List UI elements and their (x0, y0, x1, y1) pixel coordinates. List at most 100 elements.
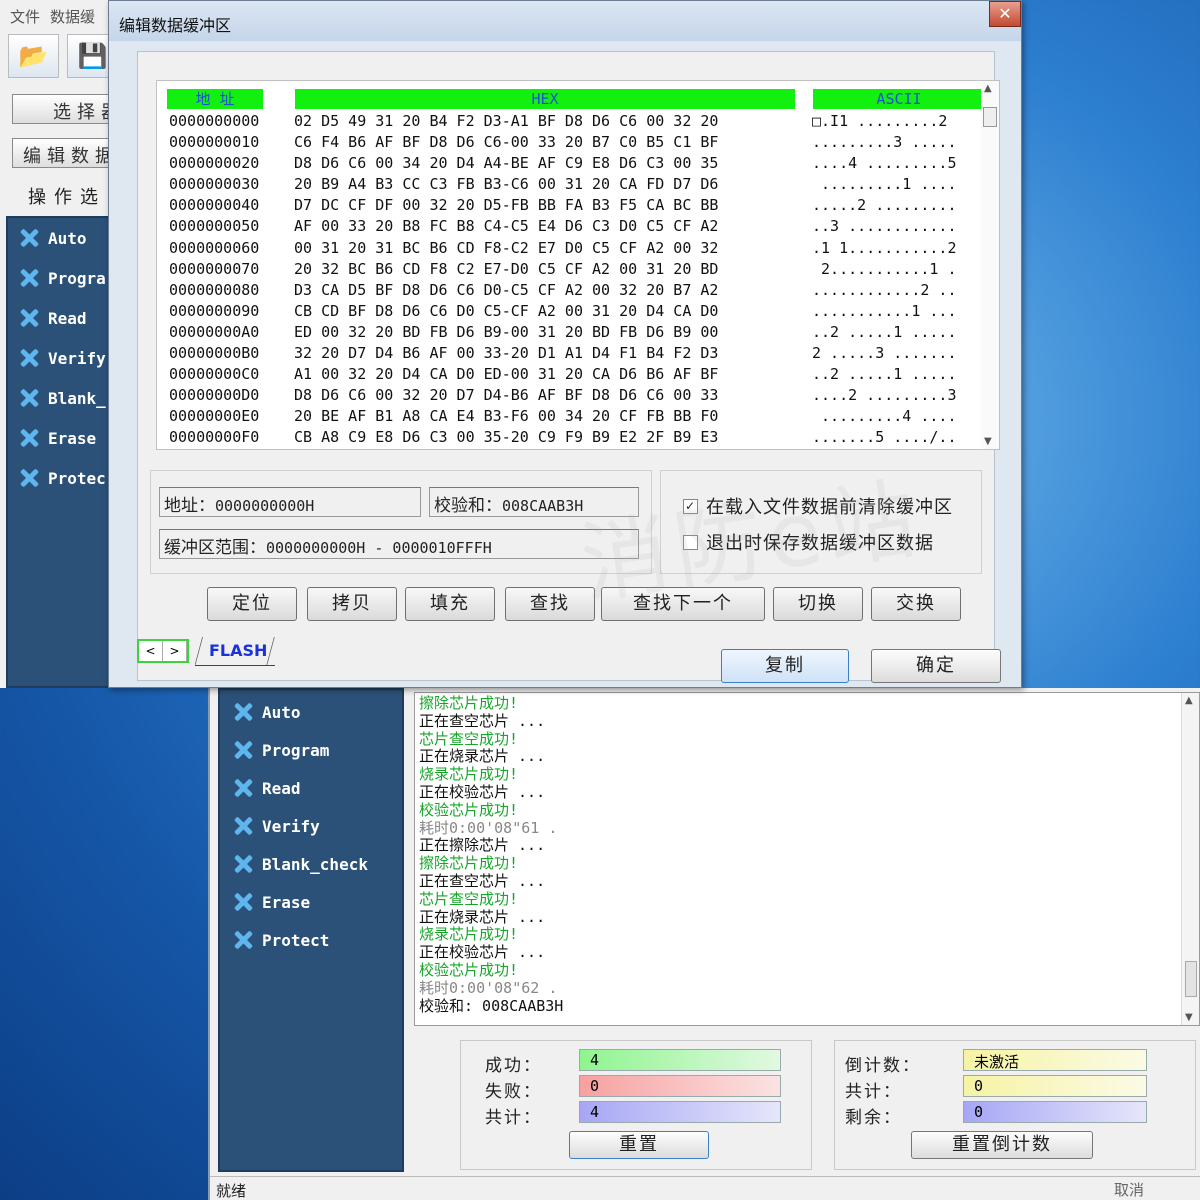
operation-log[interactable]: 擦除芯片成功! 正在查空芯片 ... 芯片查空成功! 正在烧录芯片 ... 烧录芯片成功… (414, 692, 1200, 1026)
log-line: 擦除芯片成功! (419, 694, 519, 712)
hex-scroll-thumb[interactable] (983, 107, 997, 127)
hex-row[interactable]: 0000000090 CB CD BF D8 D6 C6 D0 C5-CF A2 … (169, 301, 992, 322)
remain-value: 0 (963, 1101, 1147, 1123)
hex-row-address: 00000000D0 (169, 386, 260, 405)
scroll-down-arrow-icon[interactable]: ▼ (1185, 1012, 1193, 1023)
hex-row-ascii: .......5 ..../.. (812, 428, 957, 447)
hex-row-ascii: ............2 .. (812, 280, 957, 299)
hex-row[interactable]: 0000000010 C6 F4 B6 AF BF D8 D6 C6-00 33 … (169, 132, 992, 153)
operation-x-icon (232, 815, 254, 837)
hex-rows: 0000000000 02 D5 49 31 20 B4 F2 D3-A1 BF … (169, 111, 992, 449)
tab-strip: < > FLASH (137, 637, 537, 667)
hex-row-ascii: .........4 .... (812, 407, 957, 426)
log-scroll-thumb[interactable] (1185, 961, 1197, 997)
nav-protect[interactable]: Protect (220, 921, 402, 959)
back-nav-protect[interactable]: Protec (8, 458, 108, 498)
hex-row-ascii: .....2 ......... (812, 196, 957, 215)
menu-file[interactable]: 文件 (10, 6, 40, 30)
reset-countdown-button[interactable]: 重置倒计数 (911, 1131, 1093, 1159)
nav-auto[interactable]: Auto (220, 693, 402, 731)
nav-blank-check[interactable]: Blank_check (220, 845, 402, 883)
back-nav-blank-check[interactable]: Blank_ (8, 378, 108, 418)
tab-navigation: < > (137, 639, 189, 663)
log-line: 正在校验芯片 ... (419, 782, 546, 801)
log-line: 校验和: 008CAAB3H (419, 996, 564, 1015)
hex-row-ascii: ..3 ............ (812, 217, 957, 236)
hex-row[interactable]: 0000000030 20 B9 A4 B3 CC C3 FB B3-C6 00 … (169, 174, 992, 195)
hex-view[interactable]: 地 址 HEX ASCII 0000000000 02 D5 49 31 20 B… (156, 80, 1000, 450)
back-operation-list: Auto Progra Read Verify Blank_ Erase Pro… (6, 216, 110, 688)
address-field[interactable]: 地址：0000000000H (159, 487, 421, 517)
operation-x-icon (18, 227, 40, 249)
hex-row[interactable]: 00000000D0 D8 D6 C6 00 32 20 D7 D4-B6 AF … (169, 385, 992, 406)
countdown-label: 倒计数： (845, 1056, 921, 1076)
hex-row-ascii: .1 1...........2 (812, 238, 957, 257)
nav-program[interactable]: Program (220, 731, 402, 769)
locate-button[interactable]: 定位 (207, 587, 297, 621)
log-line: 烧录芯片成功! (419, 925, 519, 944)
log-line: 正在烧录芯片 ... (419, 747, 546, 766)
hex-row[interactable]: 0000000070 20 32 BC B6 CD F8 C2 E7-D0 C5 … (169, 259, 992, 280)
hex-row-ascii: ....4 .........5 (812, 154, 957, 173)
back-nav-program[interactable]: Progra (8, 258, 108, 298)
hex-row-bytes: 02 D5 49 31 20 B4 F2 D3-A1 BF D8 D6 C6 0… (294, 112, 719, 130)
exchange-button[interactable]: 交换 (871, 587, 961, 621)
close-icon[interactable]: ✕ (989, 1, 1021, 27)
hex-row-ascii: ...........1 ... (812, 301, 957, 320)
scroll-down-arrow-icon[interactable]: ▼ (984, 436, 992, 447)
back-nav-erase[interactable]: Erase (8, 418, 108, 458)
count-total-label: 共计： (845, 1082, 902, 1102)
hex-row-address: 0000000050 (169, 217, 260, 236)
find-button[interactable]: 查找 (505, 587, 595, 621)
hex-row[interactable]: 0000000020 D8 D6 C6 00 34 20 D4 A4-BE AF … (169, 153, 992, 174)
hex-row-bytes: A1 00 32 20 D4 CA D0 ED-00 31 20 CA D6 B… (294, 365, 719, 384)
nav-verify[interactable]: Verify (220, 807, 402, 845)
scroll-up-arrow-icon[interactable]: ▲ (1185, 695, 1193, 706)
fill-button[interactable]: 填充 (405, 587, 495, 621)
hex-row[interactable]: 0000000000 02 D5 49 31 20 B4 F2 D3-A1 BF … (169, 111, 992, 132)
background-window: 文件 数据缓 📂 💾 选择器 编辑数据 操作选 Auto Progra Read… (0, 0, 132, 688)
back-nav-auto[interactable]: Auto (8, 218, 108, 258)
hex-row-address: 0000000000 (169, 112, 260, 130)
hex-row[interactable]: 00000000E0 20 BE AF B1 A8 CA E4 B3-F6 00 … (169, 406, 992, 427)
dialog-titlebar[interactable]: 编辑数据缓冲区 (109, 1, 1021, 41)
scroll-up-arrow-icon[interactable]: ▲ (984, 83, 992, 94)
copy-data-button[interactable]: 拷贝 (307, 587, 397, 621)
nav-erase[interactable]: Erase (220, 883, 402, 921)
address-label: 地址： (164, 496, 215, 516)
menu-data-buffer[interactable]: 数据缓 (50, 6, 95, 30)
log-line: 正在查空芯片 ... (419, 871, 546, 890)
hex-row[interactable]: 00000000B0 32 20 D7 D4 B6 AF 00 33-20 D1 … (169, 343, 992, 364)
status-cancel[interactable]: 取消 (1114, 1179, 1144, 1200)
open-folder-icon[interactable]: 📂 (8, 34, 59, 78)
hex-row[interactable]: 0000000080 D3 CA D5 BF D8 D6 C6 D0-C5 CF … (169, 280, 992, 301)
hex-row-ascii: 2...........1 . (812, 259, 957, 278)
back-nav-read[interactable]: Read (8, 298, 108, 338)
operation-x-icon (18, 267, 40, 289)
hex-row-address: 0000000020 (169, 154, 260, 173)
hex-scrollbar[interactable]: ▲ ▼ (981, 81, 999, 449)
copy-button[interactable]: 复制 (721, 649, 849, 683)
log-line: 校验芯片成功! (419, 800, 519, 819)
tab-next-arrow-icon[interactable]: > (163, 641, 187, 661)
hex-row[interactable]: 0000000040 D7 DC CF DF 00 32 20 D5-FB BB … (169, 195, 992, 216)
back-toolbar: 📂 💾 (0, 30, 118, 82)
tab-prev-arrow-icon[interactable]: < (139, 641, 163, 661)
ok-button[interactable]: 确定 (871, 649, 1001, 683)
tab-flash[interactable]: FLASH (195, 637, 275, 666)
address-value: 0000000000H (215, 497, 315, 515)
hex-row[interactable]: 00000000A0 ED 00 32 20 BD FB D6 B9-00 31 … (169, 322, 992, 343)
log-line: 校验芯片成功! (419, 960, 519, 979)
success-count: 4 (579, 1049, 781, 1071)
nav-read[interactable]: Read (220, 769, 402, 807)
back-nav-verify[interactable]: Verify (8, 338, 108, 378)
hex-row[interactable]: 00000000F0 CB A8 C9 E8 D6 C3 00 35-20 C9 … (169, 427, 992, 448)
hex-row-address: 0000000010 (169, 133, 260, 152)
reset-button[interactable]: 重置 (569, 1131, 709, 1159)
hex-row[interactable]: 0000000050 AF 00 33 20 B8 FC B8 C4-C5 E4 … (169, 216, 992, 237)
hex-row[interactable]: 00000000C0 A1 00 32 20 D4 CA D0 ED-00 31 … (169, 364, 992, 385)
buffer-range-label: 缓冲区范围： (164, 538, 266, 558)
log-scrollbar[interactable]: ▲ ▼ (1181, 693, 1199, 1025)
hex-row[interactable]: 0000000060 00 31 20 31 BC B6 CD F8-C2 E7 … (169, 238, 992, 259)
operation-x-icon (18, 307, 40, 329)
